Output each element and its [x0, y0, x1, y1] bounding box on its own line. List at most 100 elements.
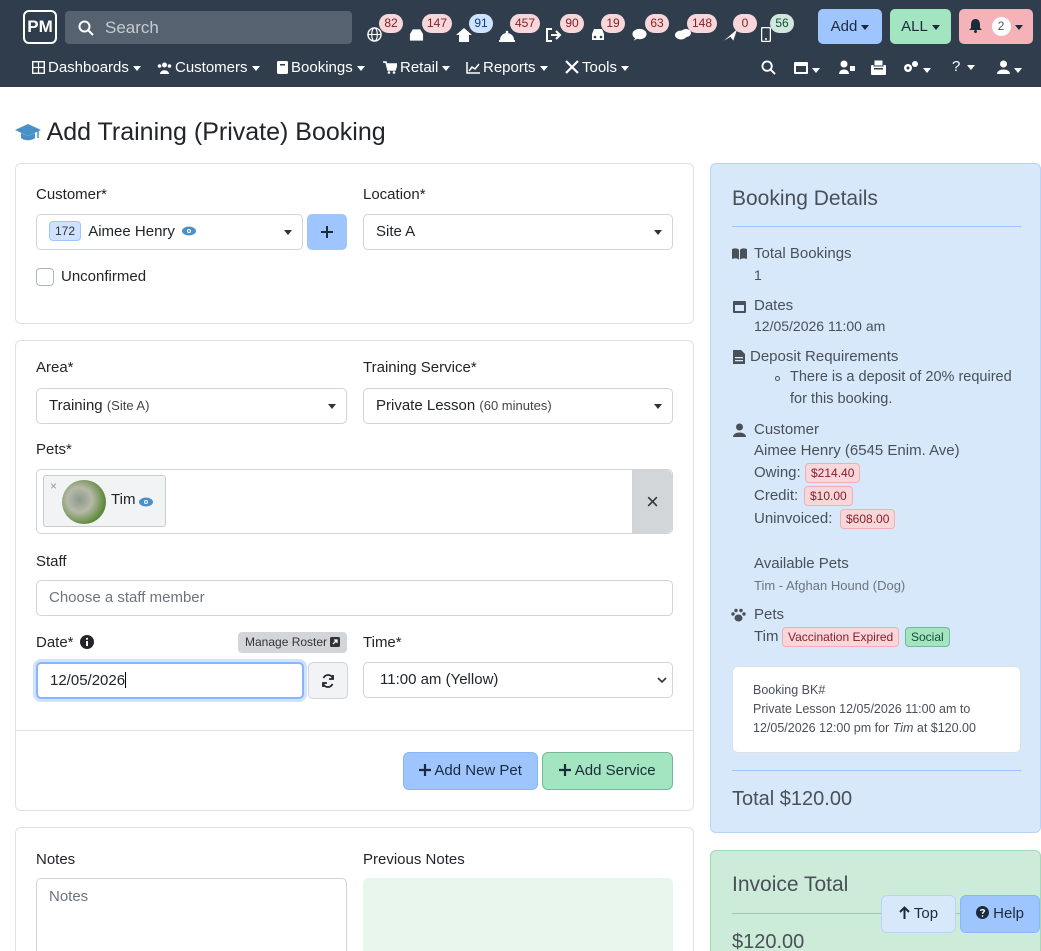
app-logo[interactable]: PM	[23, 10, 57, 44]
add-service-button[interactable]: Add Service	[542, 752, 673, 790]
date-input[interactable]: 12/05/2026	[36, 662, 304, 699]
cogs-icon	[904, 61, 918, 72]
book-open-icon	[732, 248, 747, 260]
manage-roster-button[interactable]: Manage Roster	[238, 632, 347, 653]
customer-label: Customer*	[36, 186, 107, 203]
pet-avatar	[62, 480, 106, 524]
add-new-pet-button[interactable]: Add New Pet	[403, 752, 538, 790]
time-select[interactable]: 11:00 am (Yellow)	[363, 662, 673, 698]
area-select[interactable]: Training (Site A)	[36, 388, 347, 424]
notes-label: Notes	[36, 851, 76, 868]
nav-label: Bookings	[291, 59, 353, 76]
refresh-icon	[322, 674, 334, 688]
divider	[16, 730, 693, 731]
customer-select[interactable]: 172 Aimee Henry	[36, 214, 303, 250]
add-dropdown-button[interactable]: Add	[818, 9, 882, 44]
help-label: Help	[993, 905, 1025, 922]
eye-icon[interactable]	[139, 497, 153, 507]
booking-total: Total $120.00	[732, 788, 853, 810]
book-icon	[277, 61, 288, 74]
sign-out-icon	[546, 28, 562, 42]
caret-down-icon	[621, 65, 630, 71]
add-customer-button[interactable]	[307, 214, 347, 250]
counter-badge: 147	[422, 14, 453, 33]
pet-name: Tim	[754, 628, 779, 645]
booking-price-text: at $120.00	[913, 721, 976, 735]
question-circle-icon	[975, 906, 989, 919]
info-icon[interactable]	[79, 635, 94, 649]
caret-down-icon	[654, 404, 662, 409]
unconfirmed-checkbox[interactable]	[36, 268, 54, 286]
calendar-menu[interactable]	[794, 60, 820, 78]
staff-select[interactable]: Choose a staff member	[36, 580, 673, 616]
external-link-icon	[330, 637, 341, 647]
nav-tools[interactable]: Tools	[565, 55, 630, 81]
calendar-icon	[794, 62, 808, 74]
search-input[interactable]: Search	[65, 11, 352, 44]
booking-summary-box: Booking BK# Private Lesson 12/05/2026 11…	[732, 666, 1021, 753]
search-icon[interactable]	[761, 60, 776, 75]
counter-badge: 19	[601, 14, 625, 33]
top-label: Top	[913, 905, 939, 922]
dates-value: 12/05/2026 11:00 am	[754, 318, 886, 334]
eye-icon[interactable]	[182, 226, 197, 236]
nav-label: Customers	[175, 59, 248, 76]
nav-label: Retail	[400, 59, 439, 76]
help-menu[interactable]: ?	[952, 58, 976, 75]
pets-select[interactable]: × Tim ×	[36, 469, 673, 534]
nav-label: Reports	[483, 59, 536, 76]
booking-number: Booking BK#	[753, 683, 826, 697]
caret-down-icon	[861, 24, 870, 30]
plus-icon	[559, 764, 572, 776]
divider	[732, 770, 1021, 771]
caret-down-icon	[442, 65, 451, 71]
inbox-icon	[409, 29, 424, 41]
vaccination-expired-badge: Vaccination Expired	[782, 627, 900, 647]
date-label-text: Date*	[36, 634, 74, 651]
page-title-text: Add Training (Private) Booking	[46, 118, 386, 146]
customer-name: Aimee Henry	[88, 223, 175, 240]
training-service-select[interactable]: Private Lesson (60 minutes)	[363, 388, 673, 424]
user-tag-icon[interactable]	[839, 60, 855, 74]
fax-icon[interactable]	[871, 60, 886, 75]
caret-down-icon	[1014, 24, 1023, 30]
settings-menu[interactable]	[903, 60, 931, 78]
search-placeholder: Search	[105, 18, 159, 37]
nav-customers[interactable]: Customers	[157, 55, 260, 81]
help-button[interactable]: Help	[960, 895, 1040, 933]
all-dropdown-button[interactable]: ALL	[890, 9, 951, 44]
pet-chip: × Tim	[43, 475, 166, 527]
nav-retail[interactable]: Retail	[383, 55, 451, 81]
counter-mobile[interactable]: 56	[761, 14, 821, 46]
nav-label: Tools	[582, 59, 618, 76]
caret-down-icon	[356, 65, 365, 71]
caret-down-icon	[284, 230, 292, 235]
user-menu[interactable]	[997, 60, 1022, 78]
user-icon	[733, 423, 746, 437]
add-new-pet-label: Add New Pet	[434, 762, 522, 779]
refresh-date-button[interactable]	[308, 662, 348, 699]
deposit-text-line-1: There is a deposit of 20% required	[790, 369, 1012, 385]
back-to-top-button[interactable]: Top	[881, 895, 956, 933]
notes-card: Notes Notes Previous Notes	[15, 827, 694, 951]
credit-badge: $10.00	[804, 486, 853, 506]
location-select[interactable]: Site A	[363, 214, 673, 250]
service-value: Private Lesson	[376, 397, 476, 414]
customer-value: Aimee Henry (6545 Enim. Ave)	[754, 442, 960, 459]
clear-pets-button[interactable]: ×	[632, 470, 672, 533]
user-icon	[997, 60, 1010, 74]
nav-label: Dashboards	[48, 59, 129, 76]
social-badge: Social	[905, 627, 950, 647]
nav-dashboards[interactable]: Dashboards	[31, 55, 141, 81]
notification-count: 2	[991, 17, 1011, 36]
caret-down-icon	[132, 65, 141, 71]
counter-badge: 0	[733, 14, 757, 33]
nav-reports[interactable]: Reports	[466, 55, 548, 81]
invoice-total-amount: $120.00	[732, 931, 805, 951]
home-icon	[456, 28, 472, 42]
notes-textarea[interactable]: Notes	[36, 878, 347, 951]
total-bookings-value: 1	[754, 267, 762, 283]
nav-bookings[interactable]: Bookings	[277, 55, 365, 81]
pet-remove-button[interactable]: ×	[50, 479, 57, 493]
notifications-button[interactable]: 2	[959, 9, 1033, 44]
